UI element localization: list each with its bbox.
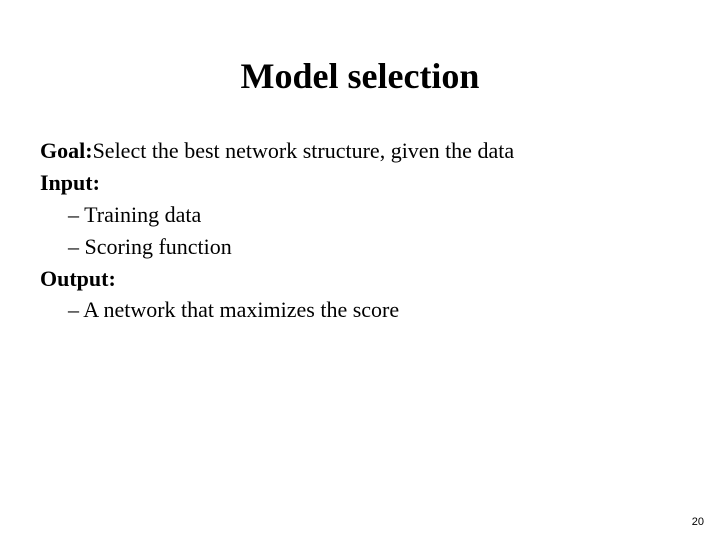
slide-content: Goal: Select the best network structure,… — [40, 135, 680, 326]
list-item: – Scoring function — [68, 231, 232, 263]
input-item-2: – Scoring function — [40, 231, 680, 263]
input-label: Input: — [40, 167, 100, 199]
output-label: Output: — [40, 263, 116, 295]
goal-label: Goal: — [40, 135, 93, 167]
list-item: – Training data — [68, 199, 201, 231]
goal-text: Select the best network structure, given… — [93, 135, 515, 167]
slide-title: Model selection — [40, 55, 680, 97]
input-label-line: Input: — [40, 167, 680, 199]
goal-line: Goal: Select the best network structure,… — [40, 135, 680, 167]
page-number: 20 — [692, 516, 704, 528]
output-label-line: Output: — [40, 263, 680, 295]
output-item-1: – A network that maximizes the score — [40, 294, 680, 326]
input-item-1: – Training data — [40, 199, 680, 231]
slide: Model selection Goal: Select the best ne… — [0, 0, 720, 540]
list-item: – A network that maximizes the score — [68, 294, 399, 326]
